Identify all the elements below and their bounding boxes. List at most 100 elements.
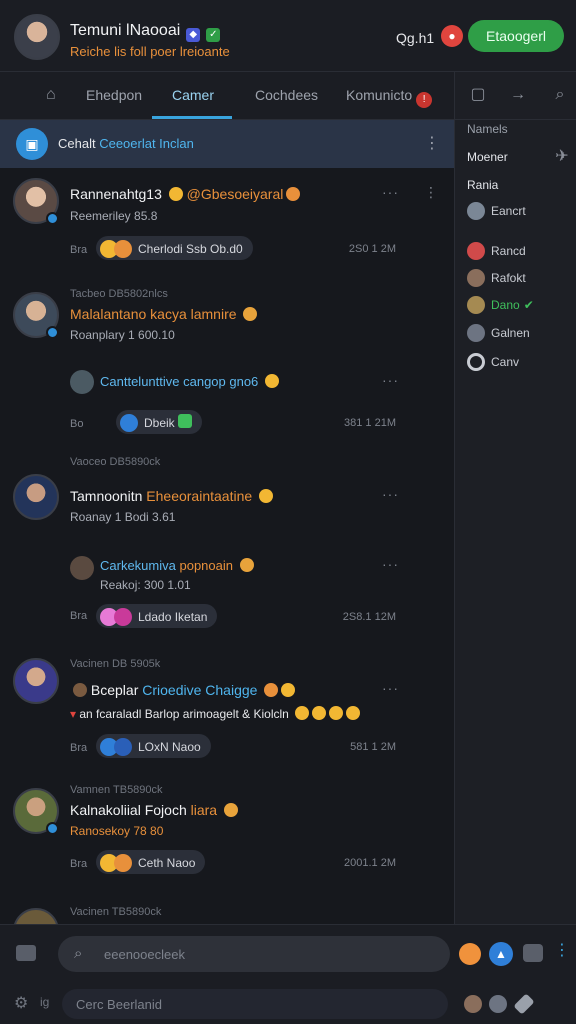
media-icon[interactable] [523, 944, 543, 962]
heart-icon [114, 607, 132, 626]
secondary-input[interactable]: Cerc Beerlanid [62, 989, 448, 1019]
attach-icon[interactable] [16, 945, 36, 961]
post: Rannenahtg13 @Gbesoeiyaral Reemeriley 85… [0, 168, 454, 278]
emoji-icon [259, 489, 274, 503]
language-label: ig [40, 995, 50, 1009]
avatar[interactable] [13, 658, 59, 704]
post-subtitle: Reemeriley 85.8 [70, 209, 158, 223]
kebab-icon[interactable]: ⋮ [554, 940, 570, 960]
primary-action-button[interactable]: Etaoogerl [468, 20, 564, 52]
post-label: Bra [70, 610, 88, 622]
tab-3[interactable]: Cochdees [255, 87, 318, 103]
more-options-icon[interactable]: ··· [382, 486, 399, 502]
like-icon [120, 413, 138, 432]
post-subtitle: Roanay 1 Bodi 3.61 [70, 510, 176, 524]
reaction-pill[interactable]: Ldado Iketan [96, 604, 218, 628]
avatar[interactable] [13, 908, 59, 924]
avatar [467, 242, 485, 260]
avatar[interactable] [464, 995, 482, 1013]
emoji-icon [346, 706, 361, 720]
post-title: Rannenahtg13 @Gbesoeiyaral [70, 186, 301, 202]
emoji-icon [329, 706, 344, 720]
input-placeholder: Cerc Beerlanid [76, 997, 162, 1012]
avatar[interactable] [70, 370, 94, 394]
rail-user[interactable]: Eancrt [467, 202, 526, 222]
rail-user[interactable]: Dano ✔ [467, 296, 534, 316]
rail-user[interactable]: Rafokt [467, 269, 526, 289]
send-icon[interactable]: ▲ [489, 942, 513, 966]
post-subtitle: ▾ an fcaraladl Barlop arimoagelt & Kiolc… [70, 706, 361, 721]
arrow-right-icon[interactable]: → [507, 84, 529, 106]
post-label: Bo [70, 418, 84, 430]
search-icon[interactable]: ⌕ [549, 84, 571, 106]
avatar[interactable] [70, 556, 94, 580]
more-options-icon[interactable]: ··· [382, 184, 399, 200]
post: Vacinen TB5890ck [0, 904, 454, 924]
message-input[interactable]: ⌕ eeenooecleek [58, 936, 450, 972]
rail-item-1[interactable]: Namels [467, 122, 508, 136]
timestamp: 2S0 1 2M [348, 243, 396, 255]
post-title: Malalantano kacya lamnire [70, 306, 258, 322]
rail-user[interactable]: Rancd [467, 242, 526, 262]
tab-4[interactable]: Komunicto! [346, 87, 433, 108]
composer: ⌕ eeenooecleek ▲ ⋮ ⚙ ig Cerc Beerlanid [0, 924, 576, 1024]
home-icon[interactable]: ⌂ [46, 86, 66, 106]
post: Vaoceo DB5890ck Tamnoonitn Eheeoraintaat… [0, 454, 454, 624]
rail-user[interactable]: Canv [467, 353, 519, 373]
emoji-icon[interactable] [459, 943, 481, 965]
verified-check-icon: ✓ [206, 28, 221, 42]
verified-icon [46, 822, 59, 835]
compose-icon[interactable]: ▢ [467, 84, 489, 106]
avatar [467, 324, 485, 342]
alert-icon: ! [416, 92, 433, 108]
nested-reply: Canttelunttive cangop gno6 [100, 374, 279, 389]
active-tab-indicator [152, 116, 232, 119]
avatar[interactable] [13, 474, 59, 520]
post-meta: Vamnen TB5890ck [70, 784, 163, 796]
avatar[interactable] [489, 995, 507, 1013]
more-options-icon[interactable]: ··· [382, 680, 399, 696]
post-title: Tamnoonitn Eheeoraintaatine [70, 488, 274, 504]
star-icon [243, 307, 258, 321]
post-subtitle: Roanplary 1 600.10 [70, 328, 175, 342]
reaction-pill[interactable]: LOxN Naoo [96, 734, 211, 758]
like-icon [114, 737, 132, 756]
profile-subtitle: Reiche lis foll poer lreioante [70, 44, 230, 59]
profile-avatar[interactable] [14, 14, 60, 60]
reaction-pill[interactable]: Cherlodi Ssb Ob.d0 [96, 236, 253, 260]
nested-reply: Carkekumiva popnoain [100, 558, 254, 573]
input-placeholder: eeenooecleek [104, 947, 185, 962]
timestamp: 2S8.1 12M [342, 611, 396, 623]
nested-subtitle: Reakoj: 300 1.01 [100, 578, 191, 592]
badge-icon: ◆ [186, 28, 201, 42]
rail-item-3[interactable]: Rania [467, 178, 498, 192]
post-title: Bceplar Crioedive Chaigge [70, 682, 296, 698]
post: Tacbeo DB5802nlcs Malalantano kacya lamn… [0, 286, 454, 456]
pinned-banner[interactable]: ▣ Cehalt Ceeoerlat Inclan ⋮ [0, 120, 454, 168]
post: Vamnen TB5890ck Kalnakoliial Fojoch liar… [0, 782, 454, 902]
post-subtitle: Ranosekoy 78 80 [70, 824, 164, 838]
check-icon: ✔ [523, 298, 534, 312]
tab-2[interactable]: Camer [172, 87, 214, 103]
post-title: Kalnakoliial Fojoch liara [70, 802, 238, 818]
rail-item-2[interactable]: Moener [467, 150, 508, 164]
notification-icon[interactable]: ● [441, 25, 463, 47]
timestamp: 381 1 21M [344, 417, 396, 429]
pin-icon[interactable]: ✈ [551, 146, 573, 168]
tab-1[interactable]: Ehedpon [86, 87, 142, 103]
kebab-icon[interactable]: ⋮ [424, 184, 439, 201]
more-options-icon[interactable]: ··· [382, 556, 399, 572]
reaction-pill[interactable]: Ceth Naoo [96, 850, 206, 874]
more-icon[interactable]: ⋮ [424, 133, 440, 153]
verified-icon [46, 326, 59, 339]
rail-user[interactable]: Galnen [467, 324, 530, 344]
search-icon: ⌕ [74, 945, 83, 962]
pen-icon[interactable] [513, 993, 535, 1015]
more-options-icon[interactable]: ··· [382, 372, 399, 388]
emoji-icon [114, 239, 132, 258]
gear-icon[interactable]: ⚙ [14, 993, 28, 1013]
right-rail: ▢ → ⌕ Namels Moener ✈ Rania Eancrt Rancd… [454, 72, 576, 924]
reaction-pill[interactable]: Dbeik [116, 410, 202, 434]
post-meta: Vacinen DB 5905k [70, 658, 161, 670]
feed: Rannenahtg13 @Gbesoeiyaral Reemeriley 85… [0, 168, 454, 924]
